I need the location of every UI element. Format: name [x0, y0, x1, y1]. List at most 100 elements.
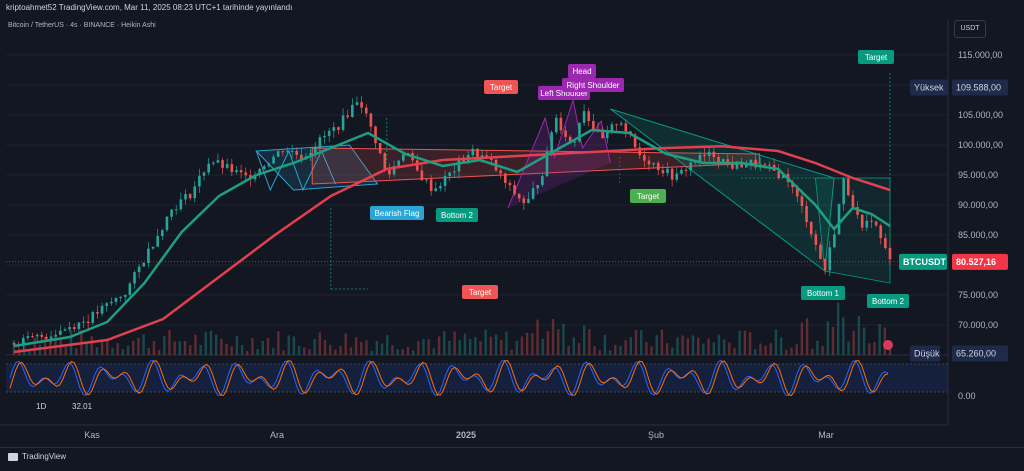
volume-bar: [380, 343, 384, 355]
volume-bar: [805, 318, 809, 355]
volume-bar: [857, 315, 861, 355]
volume-bar: [375, 341, 379, 355]
volume-bar: [427, 339, 430, 355]
volume-bar: [686, 338, 690, 355]
candle-body: [286, 151, 289, 153]
candle-body: [202, 172, 206, 176]
candle-body: [68, 327, 71, 330]
candle-body: [114, 297, 118, 302]
annotation-label-4: Bearish Flag: [375, 209, 420, 218]
volume-bar: [411, 350, 415, 355]
candle-body: [800, 196, 804, 207]
candle-body: [244, 172, 248, 176]
candle-body: [652, 162, 655, 165]
candle-body: [647, 160, 651, 165]
candle-body: [397, 160, 400, 167]
volume-bar: [525, 332, 529, 355]
volume-bar: [344, 333, 347, 355]
volume-bar: [816, 340, 819, 355]
volume-bar: [137, 337, 140, 355]
candle-body: [564, 130, 567, 137]
volume-bar: [443, 331, 446, 355]
candle-body: [661, 170, 665, 174]
candle-body: [188, 194, 192, 199]
candle-body: [142, 262, 146, 267]
volume-bar: [246, 350, 249, 355]
volume-bar: [510, 349, 513, 355]
volume-bar: [349, 347, 353, 355]
y-tick-label-4: 95.000,00: [958, 170, 998, 180]
candle-body: [40, 334, 44, 337]
volume-bar: [417, 341, 420, 355]
y-tick-label-0: 115.000,00: [958, 50, 1002, 60]
candle-body: [230, 164, 234, 173]
volume-bar: [230, 346, 233, 355]
tradingview-logo[interactable]: TradingView: [8, 452, 66, 461]
volume-bar: [69, 330, 73, 355]
annotation-label-10: Bottom 2: [872, 297, 905, 306]
y-tick-label-9: 70.000,00: [958, 320, 998, 330]
volume-bar: [220, 338, 223, 355]
candle-body: [313, 147, 317, 153]
candle-body: [420, 170, 424, 181]
candle-body: [559, 117, 563, 131]
volume-bar: [142, 334, 145, 355]
annotation-label-1: Head: [572, 67, 591, 76]
volume-bar: [261, 340, 265, 355]
candle-body: [670, 168, 674, 180]
volume-bar: [831, 326, 835, 355]
low-label: Düşük: [914, 348, 940, 358]
candle-body: [45, 336, 48, 339]
candle-body: [860, 214, 864, 228]
volume-bar: [163, 336, 166, 355]
candle-body: [165, 216, 169, 231]
volume-bar: [873, 342, 876, 355]
volume-bar: [826, 321, 829, 355]
volume-bar: [308, 349, 311, 355]
volume-bar: [271, 348, 275, 355]
candle-body: [82, 321, 85, 323]
volume-bar: [111, 347, 114, 355]
price-chart[interactable]: TargetHeadLeft ShoulderRight ShoulderBea…: [0, 0, 1024, 447]
candle-body: [31, 336, 34, 338]
candle-body: [402, 154, 405, 161]
volume-bar: [878, 324, 881, 355]
candle-body: [161, 230, 164, 236]
volume-bar: [90, 336, 93, 355]
volume-bar: [360, 342, 363, 355]
candle-body: [133, 272, 136, 284]
volume-bar: [785, 349, 788, 355]
candle-body: [59, 330, 62, 335]
candle-body: [689, 162, 692, 171]
volume-bar: [551, 319, 555, 355]
candle-body: [837, 204, 841, 235]
volume-bar: [836, 302, 840, 355]
volume-bar: [318, 332, 322, 355]
candle-body: [360, 102, 363, 108]
volume-bar: [75, 348, 78, 355]
candle-body: [703, 154, 706, 157]
volume-bar: [437, 336, 441, 355]
candle-body: [541, 176, 544, 185]
tradingview-logo-icon: [8, 452, 18, 461]
time-axis: Kas Ara 2025 Şub Mar: [0, 424, 948, 440]
candle-body: [239, 170, 243, 173]
volume-bar: [126, 345, 130, 355]
volume-bar: [567, 345, 570, 355]
volume-bar: [541, 338, 544, 355]
volume-bar: [178, 341, 182, 355]
volume-bar: [650, 346, 653, 355]
candle-body: [587, 111, 591, 122]
candle-body: [874, 221, 878, 226]
volume-bar: [743, 330, 747, 355]
volume-bar: [603, 334, 607, 355]
candle-body: [698, 154, 702, 162]
candle-body: [346, 115, 350, 118]
candle-body: [91, 312, 95, 323]
annotation-label-8: Target: [865, 53, 888, 62]
candle-body: [819, 244, 822, 259]
candle-body: [833, 234, 836, 248]
candle-body: [610, 124, 614, 131]
candle-body: [378, 143, 382, 154]
volume-bar: [194, 334, 197, 355]
